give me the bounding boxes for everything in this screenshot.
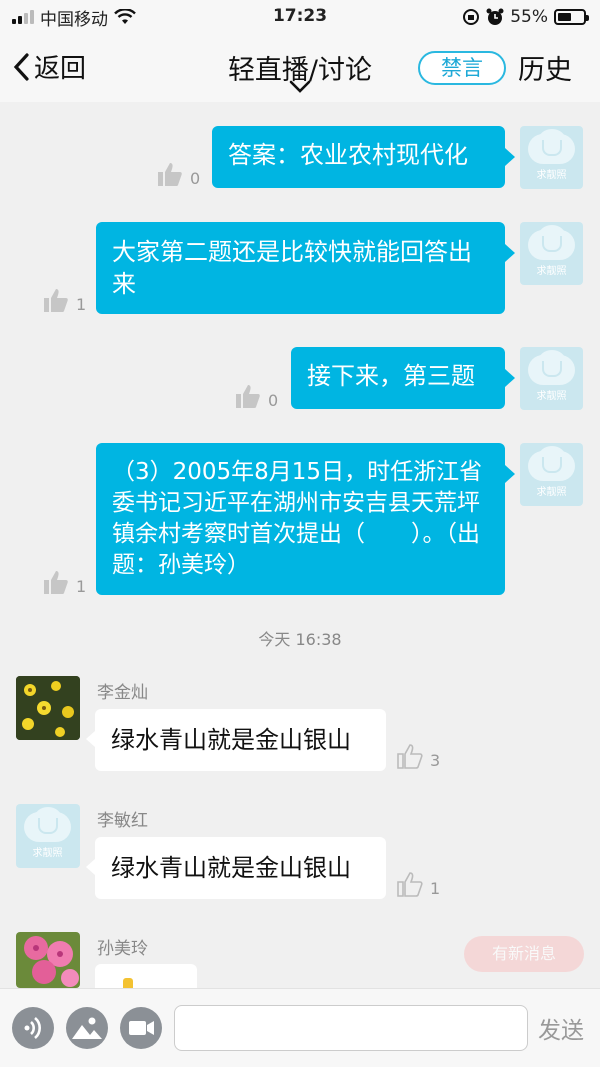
image-icon bbox=[72, 1017, 102, 1039]
avatar[interactable] bbox=[16, 676, 80, 740]
alarm-icon bbox=[486, 8, 504, 25]
thumbs-up-icon bbox=[44, 571, 68, 594]
like-count: 1 bbox=[76, 577, 87, 596]
battery-icon bbox=[554, 9, 589, 25]
status-bar: 中国移动 17:23 55% bbox=[0, 0, 600, 34]
thumbs-up-icon bbox=[397, 872, 423, 897]
voice-icon bbox=[24, 1017, 41, 1039]
message-bubble[interactable] bbox=[95, 964, 197, 988]
sender-name: 李敏红 bbox=[97, 811, 148, 831]
thumbs-up-icon bbox=[158, 163, 182, 186]
voice-button[interactable] bbox=[12, 1007, 54, 1049]
sender-name: 孙美玲 bbox=[97, 939, 148, 959]
like-count: 1 bbox=[76, 295, 87, 314]
history-button[interactable]: 历史 bbox=[518, 48, 572, 87]
new-messages-badge[interactable]: 有新消息 bbox=[464, 936, 584, 972]
emoji-icon bbox=[123, 978, 133, 988]
message-bubble[interactable]: 绿水青山就是金山银山 bbox=[86, 709, 386, 771]
sender-name: 李金灿 bbox=[97, 683, 148, 703]
send-button[interactable]: 发送 bbox=[538, 1011, 584, 1045]
message-bubble[interactable]: （3）2005年8月15日，时任浙江省委书记习近平在湖州市安吉县天荒坪镇余村考察… bbox=[96, 443, 515, 595]
input-bar: 发送 bbox=[0, 988, 600, 1067]
mute-button[interactable]: 禁言 bbox=[418, 51, 506, 85]
avatar[interactable]: 求靓照 bbox=[520, 126, 583, 189]
message-bubble[interactable]: 答案：农业农村现代化 bbox=[212, 126, 515, 188]
avatar[interactable]: 求靓照 bbox=[520, 347, 583, 410]
image-button[interactable] bbox=[66, 1007, 108, 1049]
like-count: 0 bbox=[190, 169, 201, 188]
video-camera-icon bbox=[129, 1021, 154, 1035]
chat-timestamp: 今天 16:38 bbox=[258, 630, 342, 649]
like-button[interactable]: 1 bbox=[42, 568, 86, 596]
message-bubble[interactable]: 绿水青山就是金山银山 bbox=[86, 837, 386, 899]
avatar[interactable]: 求靓照 bbox=[520, 222, 583, 285]
message-input[interactable] bbox=[174, 1005, 528, 1051]
avatar[interactable]: 求靓照 bbox=[16, 804, 80, 868]
chat-page: 中国移动 17:23 55% 返回 轻直播/讨论 禁言 历史 求靓照 答案：农业… bbox=[0, 0, 600, 1067]
like-button[interactable]: 3 bbox=[396, 742, 440, 770]
video-button[interactable] bbox=[120, 1007, 162, 1049]
blossom-photo bbox=[16, 932, 80, 988]
flower-photo bbox=[16, 676, 80, 740]
thumbs-up-icon bbox=[397, 744, 423, 769]
battery-percent: 55% bbox=[510, 7, 548, 27]
avatar[interactable] bbox=[16, 932, 80, 988]
like-count: 3 bbox=[430, 751, 441, 770]
like-count: 1 bbox=[430, 879, 441, 898]
like-button[interactable]: 0 bbox=[156, 160, 200, 188]
like-button[interactable]: 0 bbox=[234, 382, 278, 410]
like-button[interactable]: 1 bbox=[396, 870, 440, 898]
thumbs-up-icon bbox=[236, 385, 260, 408]
like-count: 0 bbox=[268, 391, 279, 410]
nav-bar: 返回 轻直播/讨论 禁言 历史 bbox=[0, 34, 600, 102]
orientation-lock-icon bbox=[463, 9, 480, 25]
message-bubble[interactable]: 大家第二题还是比较快就能回答出来 bbox=[96, 222, 515, 314]
avatar[interactable]: 求靓照 bbox=[520, 443, 583, 506]
chevron-down-icon[interactable] bbox=[289, 80, 311, 94]
message-bubble[interactable]: 接下来，第三题 bbox=[291, 347, 515, 409]
thumbs-up-icon bbox=[44, 289, 68, 312]
like-button[interactable]: 1 bbox=[42, 286, 86, 314]
